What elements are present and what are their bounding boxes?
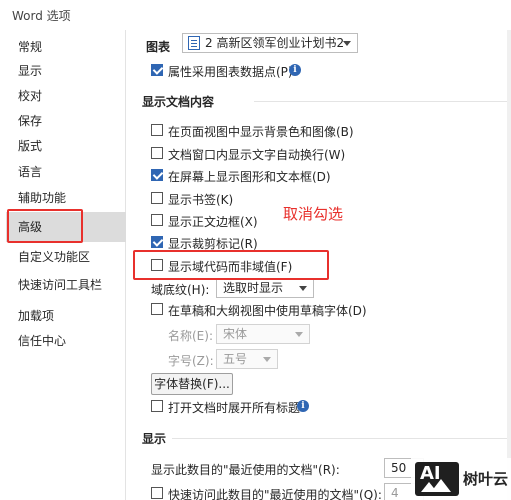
expand-headings-label: 打开文档时展开所有标题 xyxy=(168,401,301,415)
document-icon xyxy=(188,36,200,50)
property-chart-datapoints-checkbox[interactable] xyxy=(151,64,163,76)
window-title: Word 选项 xyxy=(12,9,71,23)
show-crop-marks-checkbox[interactable] xyxy=(151,236,163,248)
font-size-select[interactable]: 五号 xyxy=(216,349,278,369)
field-shading-value: 选取时显示 xyxy=(223,281,284,295)
expand-headings-checkbox[interactable] xyxy=(151,400,163,412)
watermark: AI 树叶云 xyxy=(411,458,511,500)
display-section-title: 显示 xyxy=(142,432,167,446)
watermark-text: 树叶云 xyxy=(463,470,509,488)
scrollbar[interactable] xyxy=(507,30,511,500)
sidebar-item-accessibility[interactable]: 辅助功能 xyxy=(6,185,126,211)
sidebar-item-language[interactable]: 语言 xyxy=(6,159,126,185)
font-substitution-button[interactable]: 字体替换(F)... xyxy=(151,373,233,395)
show-background-checkbox[interactable] xyxy=(151,124,163,136)
font-size-value: 五号 xyxy=(223,352,248,366)
sidebar-item-proofing[interactable]: 校对 xyxy=(6,83,126,109)
wrap-text-label: 文档窗口内显示文字自动换行(W) xyxy=(168,148,346,162)
show-bookmarks-label: 显示书签(K) xyxy=(168,193,234,207)
show-crop-marks-label: 显示裁剪标记(R) xyxy=(168,237,258,251)
sidebar-item-general[interactable]: 常规 xyxy=(6,34,126,60)
chart-document-select[interactable]: 2 高新区领军创业计划书2 xyxy=(182,33,358,53)
chevron-down-icon xyxy=(299,286,307,291)
sidebar-item-save[interactable]: 保存 xyxy=(6,108,126,134)
show-text-boundaries-label: 显示正文边框(X) xyxy=(168,215,258,229)
show-field-codes-checkbox[interactable] xyxy=(151,259,163,271)
chevron-down-icon xyxy=(343,41,351,46)
show-text-boundaries-checkbox[interactable] xyxy=(151,214,163,226)
sidebar-item-quick-access-toolbar[interactable]: 快速访问工具栏 xyxy=(6,272,126,298)
info-icon[interactable]: i xyxy=(289,64,301,76)
doc-content-section-title: 显示文档内容 xyxy=(142,95,215,109)
info-icon[interactable]: i xyxy=(297,400,309,412)
wrap-text-checkbox[interactable] xyxy=(151,147,163,159)
font-name-select[interactable]: 宋体 xyxy=(216,324,310,344)
sidebar-item-advanced[interactable]: 高级 xyxy=(6,212,126,242)
chevron-down-icon xyxy=(295,332,303,337)
font-name-label: 名称(E): xyxy=(168,329,213,343)
quick-access-recent-checkbox[interactable] xyxy=(151,487,163,499)
field-shading-label: 域底纹(H): xyxy=(151,283,210,297)
font-size-label: 字号(Z): xyxy=(168,354,214,368)
show-drawings-checkbox[interactable] xyxy=(151,169,163,181)
options-sidebar: 常规 显示 校对 保存 版式 语言 辅助功能 高级 自定义功能区 快速访问工具栏… xyxy=(6,30,126,500)
section-divider xyxy=(254,101,508,102)
watermark-logo-icon: AI xyxy=(415,462,459,496)
recent-docs-label: 显示此数目的"最近使用的文档"(R): xyxy=(151,463,340,477)
show-bookmarks-checkbox[interactable] xyxy=(151,192,163,204)
title-bar: Word 选项 xyxy=(0,0,511,30)
field-shading-select[interactable]: 选取时显示 xyxy=(216,278,314,298)
section-divider xyxy=(172,438,508,439)
draft-font-checkbox[interactable] xyxy=(151,303,163,315)
advanced-options-panel: 图表 2 高新区领军创业计划书2 属性采用图表数据点(P) i 显示文档内容 在… xyxy=(126,30,511,500)
show-drawings-label: 在屏幕上显示图形和文本框(D) xyxy=(168,170,331,184)
show-field-codes-label: 显示域代码而非域值(F) xyxy=(168,260,293,274)
sidebar-item-layout[interactable]: 版式 xyxy=(6,133,126,159)
sidebar-item-customize-ribbon[interactable]: 自定义功能区 xyxy=(6,244,126,270)
sidebar-item-trust-center[interactable]: 信任中心 xyxy=(6,328,126,354)
property-chart-datapoints-label: 属性采用图表数据点(P) xyxy=(168,65,293,79)
show-background-label: 在页面视图中显示背景色和图像(B) xyxy=(168,125,354,139)
sidebar-item-add-ins[interactable]: 加载项 xyxy=(6,303,126,329)
chevron-down-icon xyxy=(263,357,271,362)
sidebar-item-display[interactable]: 显示 xyxy=(6,58,126,84)
font-name-value: 宋体 xyxy=(223,327,248,341)
chart-section-label: 图表 xyxy=(146,40,171,54)
annotation-text: 取消勾选 xyxy=(283,205,344,223)
chart-document-value: 2 高新区领军创业计划书2 xyxy=(205,36,345,50)
draft-font-label: 在草稿和大纲视图中使用草稿字体(D) xyxy=(168,304,367,318)
quick-access-recent-label: 快速访问此数目的"最近使用的文档"(Q): xyxy=(168,488,382,500)
